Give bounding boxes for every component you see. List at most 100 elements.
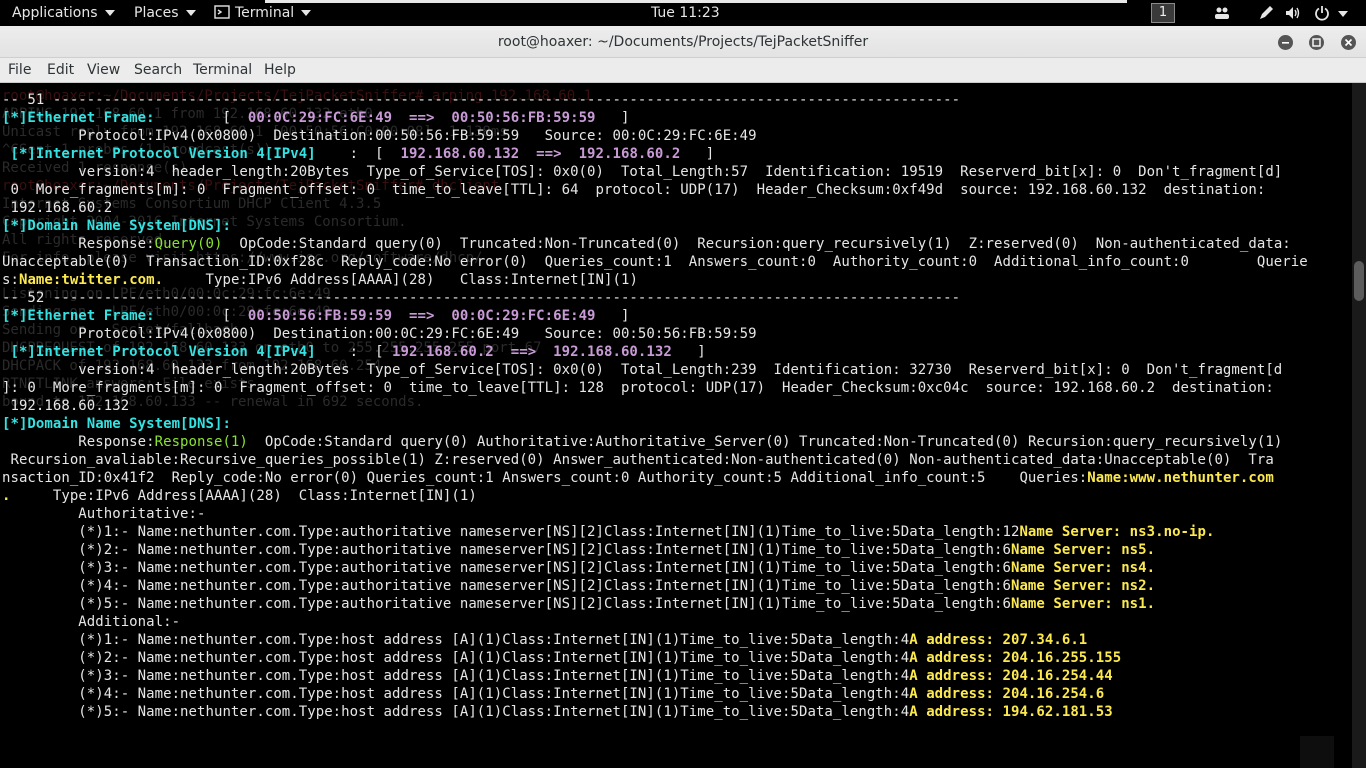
terminal-app-menu[interactable]: Terminal — [214, 0, 312, 26]
terminal-text-segment: [ — [154, 110, 248, 126]
terminal-text-segment: version:4 header_length:20Bytes Type_of_… — [2, 362, 1283, 378]
terminal-text-segment: ] — [595, 110, 630, 126]
terminal-text-segment: Recursion_avaliable:Recursive_queries_po… — [2, 452, 1274, 468]
terminal-text-segment: (*)5:- Name:nethunter.com.Type:authorita… — [2, 596, 1011, 612]
terminal-line: 192.168.60.132 — [2, 397, 129, 415]
terminal-output[interactable]: root@hoaxer:~/Documents/Projects/TejPack… — [0, 83, 1352, 768]
terminal-line: (*)3:- Name:nethunter.com.Type:host addr… — [2, 667, 1113, 685]
terminal-text-segment: [*]Internet Protocol Version 4[IPv4] — [2, 146, 316, 162]
menu-help[interactable]: Help — [264, 58, 296, 83]
terminal-text-segment: 0 More_fragments[m]: 0 Fragment_offset: … — [2, 182, 1266, 198]
terminal-text-segment: [*]Internet Protocol Version 4[IPv4] — [2, 344, 316, 360]
terminal-line: 192.168.60.2 — [2, 199, 112, 217]
terminal-line: Response:Response(1) OpCode:Standard que… — [2, 433, 1282, 451]
terminal-app-label: Terminal — [235, 5, 295, 21]
terminal-text-segment: Protocol:IPv4(0x0800) Destination:00:0C:… — [2, 326, 757, 342]
terminal-line: Protocol:IPv4(0x0800) Destination:00:50:… — [2, 127, 757, 145]
chevron-down-icon — [185, 10, 196, 16]
terminal-text-segment: A address: 204.16.254.6 — [909, 686, 1105, 702]
terminal-text-segment: Name:www.nethunter.com — [1087, 470, 1274, 486]
menu-terminal[interactable]: Terminal — [193, 58, 252, 83]
terminal-text-segment: [*]Ethernet Frame: — [2, 308, 155, 324]
terminal-text-segment: Unacceptable(0) Transaction_ID:0xf28c Re… — [2, 254, 1308, 270]
terminal-text-segment: A address: 204.16.255.155 — [909, 650, 1122, 666]
terminal-line: Authoritative:- — [2, 505, 206, 523]
menubar: File Edit View Search Terminal Help — [0, 58, 1366, 83]
maximize-button[interactable] — [1309, 35, 1324, 50]
terminal-text-segment: (*)3:- Name:nethunter.com.Type:authorita… — [2, 560, 1011, 576]
terminal-line: Additional:- — [2, 613, 180, 631]
terminal-text-segment: : [ — [315, 344, 393, 360]
terminal-scrollbar[interactable] — [1352, 83, 1366, 768]
terminal-text-segment: (*)4:- Name:nethunter.com.Type:authorita… — [2, 578, 1011, 594]
terminal-text-segment: Query(0) — [154, 236, 223, 252]
terminal-line: (*)2:- Name:nethunter.com.Type:host addr… — [2, 649, 1121, 667]
volume-icon[interactable] — [1285, 5, 1301, 21]
terminal-text-segment: ] — [595, 308, 630, 324]
terminal-text-segment: ] — [671, 344, 706, 360]
terminal-text-segment: OpCode:Standard query(0) Authoritative:A… — [247, 434, 1283, 450]
chevron-down-icon[interactable] — [1338, 11, 1348, 17]
minimize-icon — [1282, 42, 1289, 44]
menu-file[interactable]: File — [8, 58, 31, 83]
terminal-line: [*]Domain Name System[DNS]: — [2, 415, 231, 433]
scrollbar-thumb[interactable] — [1354, 261, 1364, 301]
minimize-button[interactable] — [1278, 35, 1293, 50]
chevron-down-icon — [104, 10, 115, 16]
terminal-text-segment: Name Server: ns4. — [1010, 560, 1156, 576]
window-title: root@hoaxer: ~/Documents/Projects/TejPac… — [497, 34, 869, 50]
terminal-line: (*)5:- Name:nethunter.com.Type:host addr… — [2, 703, 1113, 721]
workspace-indicator[interactable]: 1 — [1151, 3, 1175, 23]
pen-icon[interactable] — [1258, 5, 1274, 21]
close-button[interactable] — [1341, 35, 1356, 50]
terminal-line: -- 51 ----------------------------------… — [2, 91, 960, 109]
window-titlebar[interactable]: root@hoaxer: ~/Documents/Projects/TejPac… — [0, 26, 1366, 58]
terminal-line: ]: 0 More_fragments[m]: 0 Fragment_offse… — [2, 379, 1274, 397]
terminal-icon — [214, 5, 230, 19]
menu-view[interactable]: View — [87, 58, 120, 83]
close-icon — [1344, 38, 1353, 47]
power-icon[interactable] — [1314, 5, 1330, 21]
terminal-text-segment: (*)1:- Name:nethunter.com.Type:host addr… — [2, 632, 910, 648]
terminal-text-segment: ]: 0 More_fragments[m]: 0 Fragment_offse… — [2, 380, 1274, 396]
terminal-line: (*)2:- Name:nethunter.com.Type:authorita… — [2, 541, 1155, 559]
terminal-line: (*)5:- Name:nethunter.com.Type:authorita… — [2, 595, 1155, 613]
terminal-line: Response:Query(0) OpCode:Standard query(… — [2, 235, 1291, 253]
terminal-text-segment: A address: 207.34.6.1 — [909, 632, 1088, 648]
terminal-line: (*)4:- Name:nethunter.com.Type:authorita… — [2, 577, 1155, 595]
terminal-text-segment: Name Server: ns3.no-ip. — [1019, 524, 1215, 540]
terminal-line: . Type:IPv6 Address[AAAA](28) Class:Inte… — [2, 487, 477, 505]
terminal-text-segment: (*)4:- Name:nethunter.com.Type:host addr… — [2, 686, 910, 702]
chevron-down-icon — [301, 10, 312, 16]
terminal-text-segment: Name:twitter.com. — [18, 272, 164, 288]
terminal-line: (*)1:- Name:nethunter.com.Type:authorita… — [2, 523, 1214, 541]
users-icon[interactable] — [1214, 5, 1230, 21]
terminal-text-segment: A address: 204.16.254.44 — [909, 668, 1113, 684]
terminal-line: -- 52 ----------------------------------… — [2, 289, 960, 307]
menu-search[interactable]: Search — [134, 58, 182, 83]
terminal-text-segment: (*)5:- Name:nethunter.com.Type:host addr… — [2, 704, 910, 720]
terminal-text-segment: 00:0C:29:FC:6E:49 ==> 00:50:56:FB:59:59 — [247, 110, 596, 126]
terminal-line: Recursion_avaliable:Recursive_queries_po… — [2, 451, 1274, 469]
corner-widget — [1300, 736, 1334, 768]
terminal-text-segment: 192.168.60.2 — [2, 200, 113, 216]
terminal-line: [*]Internet Protocol Version 4[IPv4] : [… — [2, 343, 706, 361]
terminal-line: (*)3:- Name:nethunter.com.Type:authorita… — [2, 559, 1155, 577]
terminal-text-segment: Additional:- — [2, 614, 181, 630]
terminal-text-segment: (*)3:- Name:nethunter.com.Type:host addr… — [2, 668, 910, 684]
terminal-line: [*]Domain Name System[DNS]: — [2, 217, 231, 235]
terminal-text-segment: Response(1) — [154, 434, 248, 450]
places-menu[interactable]: Places — [134, 0, 196, 26]
maximize-icon — [1312, 38, 1321, 47]
applications-menu[interactable]: Applications — [12, 0, 115, 26]
terminal-line: [*]Ethernet Frame: [ 00:50:56:FB:59:59 =… — [2, 307, 629, 325]
terminal-line: Unacceptable(0) Transaction_ID:0xf28c Re… — [2, 253, 1308, 271]
terminal-line: (*)1:- Name:nethunter.com.Type:host addr… — [2, 631, 1087, 649]
terminal-line: nsaction_ID:0x41f2 Reply_code:No error(0… — [2, 469, 1274, 487]
terminal-text-segment: 192.168.60.132 ==> 192.168.60.2 — [400, 146, 681, 162]
terminal-text-segment: ] — [680, 146, 715, 162]
applications-label: Applications — [12, 5, 98, 21]
terminal-text-segment: (*)2:- Name:nethunter.com.Type:host addr… — [2, 650, 910, 666]
menu-edit[interactable]: Edit — [47, 58, 74, 83]
clock[interactable]: Tue 11:23 — [651, 0, 720, 26]
